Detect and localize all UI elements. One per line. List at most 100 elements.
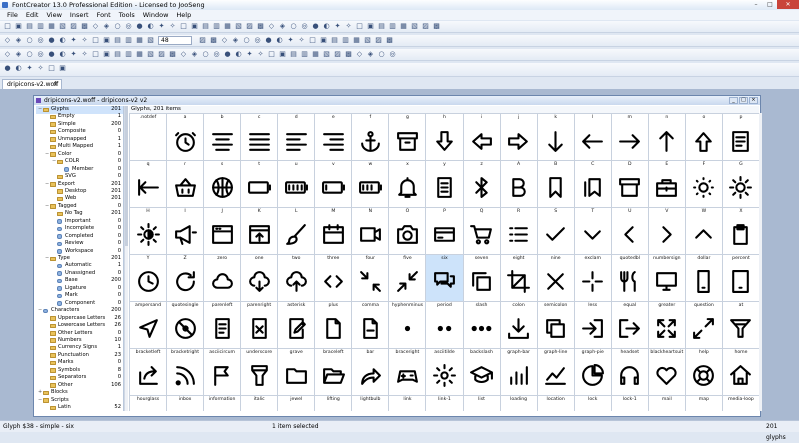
glyph-cell[interactable]: help	[685, 348, 723, 396]
toolbar-cut-icon[interactable]: ▦	[47, 22, 56, 31]
glyph-cell[interactable]: q	[130, 160, 168, 208]
toolbar-save-icon[interactable]: ▤	[25, 22, 34, 31]
glyph-cell[interactable]: N	[352, 207, 390, 255]
toolbar-copy-icon[interactable]: ◐	[58, 36, 67, 45]
toolbar-open-icon[interactable]: ◈	[14, 36, 23, 45]
tree-expander-icon[interactable]: −	[45, 151, 49, 159]
toolbar-redo-icon[interactable]: ◇	[91, 22, 100, 31]
toolbar-zoom-in-icon[interactable]: ✧	[168, 22, 177, 31]
toolbar-pen-icon[interactable]: ◇	[3, 50, 12, 59]
glyph-cell[interactable]: X	[722, 207, 759, 255]
glyph-cell[interactable]: B	[537, 160, 575, 208]
toolbar-redo-icon[interactable]: □	[91, 36, 100, 45]
toolbar-knife-icon[interactable]: ◐	[146, 22, 155, 31]
glyph-cell[interactable]: i	[463, 114, 501, 161]
toolbar-eraser-icon[interactable]: ✦	[157, 22, 166, 31]
glyph-cell[interactable]: semicolon	[537, 301, 575, 349]
menu-font[interactable]: Font	[93, 11, 115, 19]
toolbar-new-icon[interactable]: ●	[264, 36, 273, 45]
glyph-cell[interactable]: braceleft	[315, 348, 353, 396]
glyph-cell[interactable]: Z	[167, 254, 205, 302]
glyph-cell[interactable]: x	[389, 160, 427, 208]
glyph-cell[interactable]: j	[500, 114, 538, 161]
tree-item-currency-signs[interactable]: Currency Signs 1	[36, 344, 123, 352]
toolbar-print-icon[interactable]: ▥	[36, 22, 45, 31]
tree-item-simple[interactable]: Simple 200	[36, 121, 123, 129]
glyph-cell[interactable]: T	[574, 207, 612, 255]
menu-insert[interactable]: Insert	[66, 11, 93, 19]
toolbar-redo-icon[interactable]: ◇	[179, 50, 188, 59]
toolbar-formula-icon[interactable]: ○	[113, 22, 122, 31]
font-window-minimize-button[interactable]: _	[729, 97, 738, 104]
tree-item-desktop[interactable]: Desktop 201	[36, 188, 123, 196]
toolbar-fill-icon[interactable]: ✦	[69, 50, 78, 59]
toolbar-link-icon[interactable]: ◈	[190, 50, 199, 59]
tree-item-color[interactable]: − Color 0	[36, 151, 123, 159]
glyph-cell[interactable]: L	[278, 207, 316, 255]
toolbar-eraser-icon[interactable]: ○	[25, 50, 34, 59]
glyph-cell[interactable]: italic	[241, 395, 279, 411]
glyph-cell[interactable]: map	[685, 395, 723, 411]
tree-item-component[interactable]: Component 0	[36, 300, 123, 308]
tree-item-type[interactable]: − Type 201	[36, 255, 123, 263]
glyph-cell[interactable]: parenleft	[204, 301, 242, 349]
tree-item-automatic[interactable]: Automatic 1	[36, 262, 123, 270]
glyph-cell[interactable]: hourglass	[130, 395, 168, 411]
glyph-cell[interactable]: J	[204, 207, 242, 255]
toolbar-knife-icon[interactable]: ◐	[234, 50, 243, 59]
glyph-cell[interactable]: b	[204, 114, 242, 161]
tree-item-incomplete[interactable]: Incomplete 0	[36, 225, 123, 233]
tab-close-icon[interactable]: ×	[53, 80, 58, 89]
toolbar-zoom-in-icon[interactable]: ◎	[36, 50, 45, 59]
font-window-maximize-button[interactable]: □	[739, 97, 748, 104]
glyph-cell[interactable]: one	[241, 254, 279, 302]
toolbar-formula-icon[interactable]: ✦	[25, 64, 34, 73]
glyph-cell[interactable]: asterisk	[278, 301, 316, 349]
glyph-cell[interactable]: graph-line	[537, 348, 575, 396]
tree-item-base[interactable]: Base 200	[36, 277, 123, 285]
glyph-cell[interactable]: I	[167, 207, 205, 255]
glyph-cell[interactable]: Q	[463, 207, 501, 255]
toolbar-pen-icon[interactable]: □	[47, 64, 56, 73]
glyph-cell[interactable]: d	[278, 114, 316, 161]
zoom-field[interactable]: 48	[158, 36, 192, 45]
glyph-cell[interactable]: t	[241, 160, 279, 208]
toolbar-print-icon[interactable]: ▥	[124, 50, 133, 59]
glyph-cell[interactable]: bracketright	[167, 348, 205, 396]
toolbar-grid-icon[interactable]: ▥	[212, 22, 221, 31]
glyph-cell[interactable]: numbersign	[648, 254, 686, 302]
glyph-cell[interactable]: lock	[574, 395, 612, 411]
toolbar-undo-icon[interactable]: ◎	[388, 50, 397, 59]
glyph-cell[interactable]: location	[537, 395, 575, 411]
glyph-cell[interactable]: two	[278, 254, 316, 302]
glyph-cell[interactable]: r	[167, 160, 205, 208]
toolbar-undo-icon[interactable]: ▩	[168, 50, 177, 59]
toolbar-copy-icon[interactable]: ▧	[58, 22, 67, 31]
tree-item-lowercase-letters[interactable]: Lowercase Letters 26	[36, 322, 123, 330]
glyph-cell[interactable]: quotesingle	[167, 301, 205, 349]
glyph-cell[interactable]: C	[574, 160, 612, 208]
glyph-cell[interactable]: comma	[352, 301, 390, 349]
toolbar-redo-icon[interactable]: ●	[3, 64, 12, 73]
glyph-cell[interactable]: loading	[500, 395, 538, 411]
glyph-cell[interactable]: U	[611, 207, 649, 255]
menu-view[interactable]: View	[42, 11, 65, 19]
toolbar-print-icon[interactable]: ◎	[36, 36, 45, 45]
toolbar-new-icon[interactable]: ◇	[3, 36, 12, 45]
toolbar-paste-icon[interactable]: ○	[377, 50, 386, 59]
tree-scroll-thumb[interactable]	[125, 106, 128, 246]
glyph-cell[interactable]: E	[648, 160, 686, 208]
toolbar-pen-icon[interactable]: □	[355, 22, 364, 31]
glyph-cell[interactable]: m	[611, 114, 649, 161]
toolbar-link-icon[interactable]: ◈	[102, 22, 111, 31]
toolbar-save-icon[interactable]: ▨	[333, 50, 342, 59]
tree-expander-icon[interactable]: −	[38, 106, 42, 114]
menu-file[interactable]: File	[3, 11, 22, 19]
tree-item-mark[interactable]: Mark 0	[36, 292, 123, 300]
tree-item-latin[interactable]: Latin 52	[36, 404, 123, 411]
toolbar-undo-icon[interactable]: ▥	[341, 36, 350, 45]
glyph-cell[interactable]: three	[315, 254, 353, 302]
toolbar-info-icon[interactable]: ▧	[410, 22, 419, 31]
toolbar-formula-icon[interactable]: ▨	[374, 36, 383, 45]
glyph-cell[interactable]: w	[352, 160, 390, 208]
